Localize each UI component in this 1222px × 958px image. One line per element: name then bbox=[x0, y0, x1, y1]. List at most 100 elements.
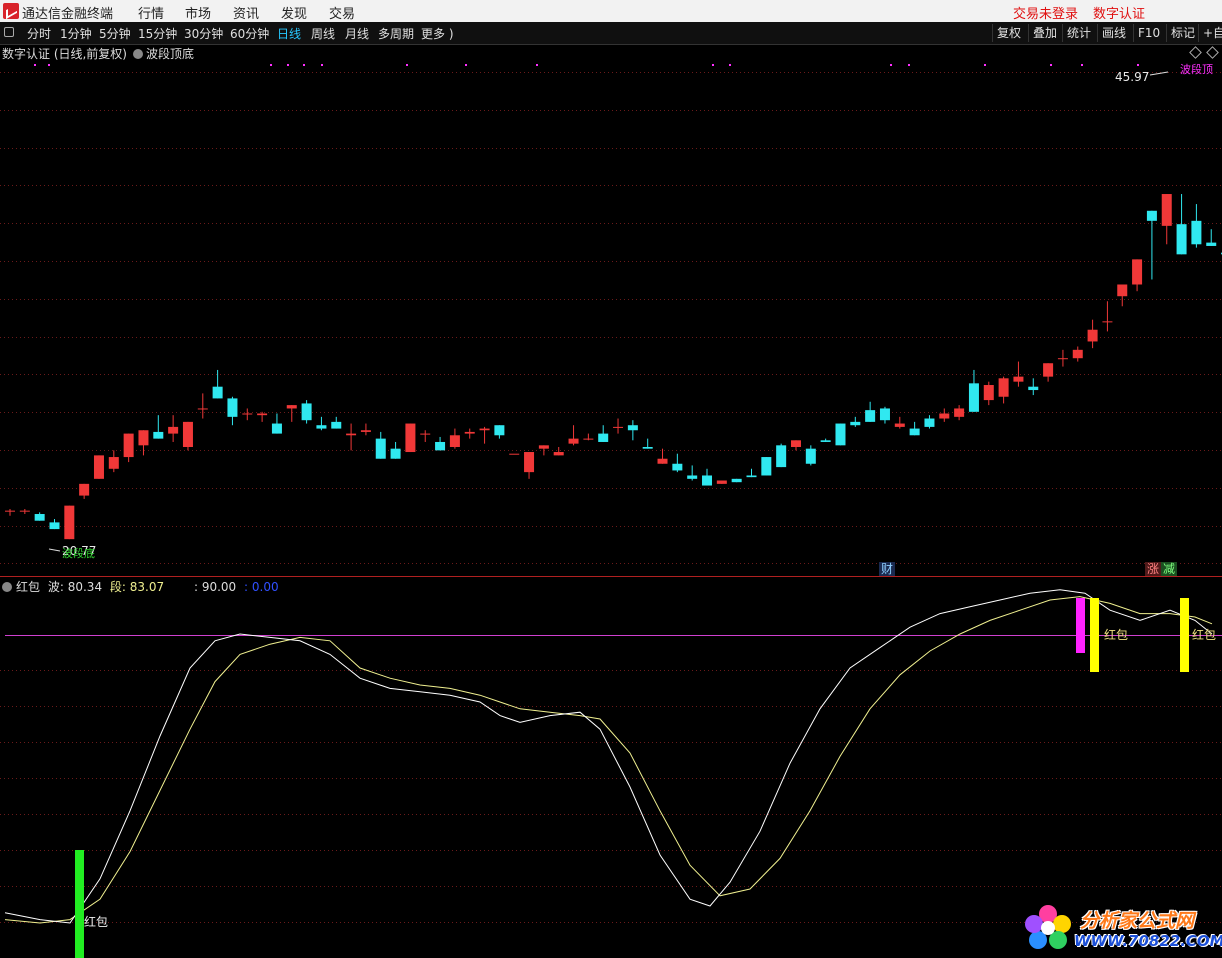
candle-body bbox=[627, 425, 638, 431]
candle-body bbox=[64, 505, 75, 540]
candle-body bbox=[524, 452, 535, 473]
candle-body bbox=[494, 425, 505, 436]
candle-body bbox=[301, 403, 312, 421]
candlestick-series bbox=[5, 194, 1222, 540]
candle-body bbox=[879, 408, 890, 421]
candle-body bbox=[642, 447, 653, 449]
red-packet-bar-yellow-2 bbox=[1180, 598, 1189, 672]
candle-body bbox=[346, 433, 357, 436]
top-marker-dot bbox=[321, 64, 323, 66]
candle-body bbox=[1028, 386, 1039, 391]
top-markers bbox=[34, 64, 1139, 66]
candle-body bbox=[5, 510, 15, 512]
candle-body bbox=[657, 458, 668, 464]
candle-body bbox=[331, 421, 342, 429]
red-packet-label-2: 红包 bbox=[1104, 627, 1128, 642]
candle-body bbox=[212, 386, 223, 399]
candle-body bbox=[153, 431, 164, 439]
candle-body bbox=[257, 413, 268, 416]
candle-body bbox=[435, 441, 446, 451]
candle-body bbox=[746, 475, 757, 478]
candle-body bbox=[420, 433, 431, 435]
event-zhang: 涨 bbox=[1147, 561, 1159, 576]
top-marker-dot bbox=[465, 64, 467, 66]
candle-body bbox=[613, 426, 624, 428]
candle-body bbox=[716, 480, 727, 484]
top-marker-dot bbox=[303, 64, 305, 66]
candle-body bbox=[702, 475, 713, 486]
top-marker-dot bbox=[729, 64, 731, 66]
candle-body bbox=[509, 453, 520, 455]
top-marker-dot bbox=[270, 64, 272, 66]
candle-body bbox=[968, 383, 979, 412]
candle-body bbox=[687, 475, 698, 479]
candle-body bbox=[316, 425, 327, 429]
level2-value: : 0.00 bbox=[244, 580, 279, 594]
candle-body bbox=[805, 448, 816, 464]
candle-body bbox=[375, 438, 386, 459]
candle-body bbox=[598, 433, 609, 442]
candle-body bbox=[271, 423, 282, 434]
candle-body bbox=[983, 385, 994, 401]
candle-body bbox=[865, 410, 876, 422]
candle-body bbox=[894, 423, 905, 427]
candle-body bbox=[49, 522, 60, 530]
candle-body bbox=[1146, 210, 1157, 221]
candle-body bbox=[168, 426, 179, 434]
candle-body bbox=[1102, 321, 1113, 323]
candle-body bbox=[1206, 242, 1217, 246]
top-marker-dot bbox=[712, 64, 714, 66]
candle-body bbox=[1117, 284, 1128, 297]
top-marker-dot bbox=[48, 64, 50, 66]
red-packet-bar-yellow-1 bbox=[1090, 598, 1099, 672]
red-packet-label-1: 红包 bbox=[84, 914, 108, 929]
top-marker-dot bbox=[1050, 64, 1052, 66]
candle-body bbox=[242, 413, 253, 415]
red-packet-bar-green bbox=[75, 850, 84, 958]
top-marker-dot bbox=[890, 64, 892, 66]
level-value: : 90.00 bbox=[193, 580, 237, 594]
candle-body bbox=[1191, 220, 1202, 245]
candle-body bbox=[1087, 329, 1098, 342]
candle-body bbox=[1161, 194, 1172, 226]
watermark-url: WWW.70822.COM bbox=[1074, 932, 1222, 950]
candle-body bbox=[954, 408, 965, 417]
sub-indicator-name[interactable]: 红包 bbox=[16, 580, 40, 594]
candle-body bbox=[449, 435, 460, 447]
candle-body bbox=[998, 378, 1009, 397]
site-watermark: 分析家公式网 WWW.70822.COM bbox=[1018, 900, 1222, 958]
sub-indicator-settings-icon[interactable] bbox=[2, 582, 12, 592]
candle-body bbox=[1132, 259, 1143, 285]
candle-body bbox=[850, 421, 861, 426]
candle-body bbox=[820, 440, 831, 442]
candle-body bbox=[835, 423, 846, 446]
sub-grid-lines bbox=[0, 670, 1222, 923]
candle-body bbox=[19, 510, 30, 512]
segment-value: 83.07 bbox=[129, 580, 165, 594]
segment-label: 段: bbox=[109, 580, 126, 594]
candle-body bbox=[182, 421, 193, 447]
candle-body bbox=[568, 438, 579, 444]
candle-body bbox=[138, 430, 149, 446]
wave-top-label: 波段顶 bbox=[1180, 62, 1213, 76]
high-price-label: 45.97 bbox=[1115, 70, 1149, 84]
candle-body bbox=[227, 398, 238, 417]
candle-body bbox=[1057, 358, 1068, 360]
candle-body bbox=[776, 445, 787, 468]
candle-body bbox=[790, 440, 801, 447]
candle-body bbox=[583, 438, 594, 440]
sub-chart-header: 红包 波: 80.34 段: 83.07 : 90.00 : 0.00 bbox=[2, 578, 283, 595]
top-marker-dot bbox=[287, 64, 289, 66]
chart-canvas[interactable]: 45.97 波段顶 20.77 波段底 财 涨 减 红包 红包 红包 bbox=[0, 0, 1222, 958]
top-marker-dot bbox=[536, 64, 538, 66]
top-marker-dot bbox=[406, 64, 408, 66]
candle-body bbox=[79, 483, 90, 496]
candle-body bbox=[672, 463, 683, 471]
candle-body bbox=[464, 431, 475, 434]
wave-line bbox=[4, 589, 1213, 924]
top-marker-dot bbox=[908, 64, 910, 66]
grid-lines bbox=[0, 72, 1222, 564]
candle-body bbox=[286, 405, 297, 409]
candle-body bbox=[553, 452, 564, 456]
candle-body bbox=[390, 448, 401, 459]
